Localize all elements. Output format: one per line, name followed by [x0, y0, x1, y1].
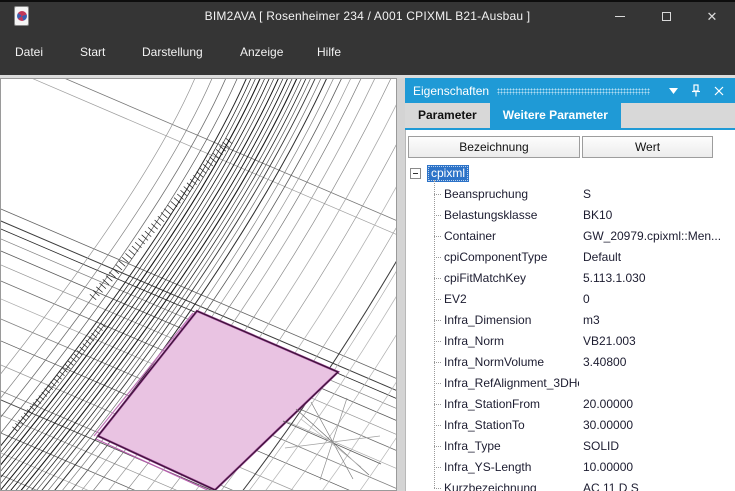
application-window: BIM2AVA [ Rosenheimer 234 / A001 CPIXML … [0, 0, 735, 491]
close-icon: ✕ [707, 10, 718, 23]
property-name: Infra_YS-Length [444, 457, 579, 478]
collapse-icon [413, 173, 418, 174]
window-controls: ✕ [597, 2, 735, 30]
property-name: Kurzbezeichnung [444, 478, 579, 491]
table-row[interactable]: EV20 [406, 289, 735, 310]
property-value: 3.40800 [583, 352, 734, 373]
menu-datei[interactable]: Datei [15, 30, 43, 75]
table-row[interactable]: Infra_StationFrom20.00000 [406, 394, 735, 415]
property-grid: Bezeichnung Wert cpixml BeanspruchungS B… [405, 130, 735, 491]
property-name: Infra_StationFrom [444, 394, 579, 415]
property-name: Infra_RefAlignment_3DHoriz [444, 373, 579, 394]
property-value: SOLID [583, 436, 734, 457]
property-name: Infra_Type [444, 436, 579, 457]
maximize-button[interactable] [643, 2, 689, 30]
property-value: 0 [583, 289, 734, 310]
column-header-bezeichnung[interactable]: Bezeichnung [408, 136, 580, 158]
property-name: Container [444, 226, 579, 247]
menu-darstellung[interactable]: Darstellung [142, 30, 203, 75]
table-row[interactable]: Infra_NormVB21.003 [406, 331, 735, 352]
close-icon[interactable] [709, 83, 729, 99]
table-row[interactable]: BelastungsklasseBK10 [406, 205, 735, 226]
panel-header: Eigenschaften [405, 78, 735, 103]
property-value: Default [583, 247, 734, 268]
minimize-icon [615, 16, 625, 17]
menu-start[interactable]: Start [80, 30, 105, 75]
property-rows: BeanspruchungS BelastungsklasseBK10 Cont… [406, 184, 735, 491]
table-row[interactable]: Infra_YS-Length10.00000 [406, 457, 735, 478]
maximize-icon [662, 12, 671, 21]
property-value: AC 11 D S [583, 478, 734, 491]
properties-panel: Eigenschaften Parameter Weitere Paramete… [405, 78, 735, 491]
property-value: 30.00000 [583, 415, 734, 436]
viewport-canvas[interactable] [1, 79, 396, 490]
tree-root-row[interactable]: cpixml [406, 163, 735, 184]
table-row[interactable]: Infra_StationTo30.00000 [406, 415, 735, 436]
property-value: 10.00000 [583, 457, 734, 478]
chevron-down-icon[interactable] [663, 83, 683, 99]
panel-title: Eigenschaften [413, 84, 489, 98]
viewport-3d[interactable] [0, 78, 397, 491]
property-value: VB21.003 [583, 331, 734, 352]
table-row[interactable]: BeanspruchungS [406, 184, 735, 205]
minimize-button[interactable] [597, 2, 643, 30]
property-name: cpiFitMatchKey [444, 268, 579, 289]
property-name: Infra_Dimension [444, 310, 579, 331]
table-row[interactable]: Infra_Dimensionm3 [406, 310, 735, 331]
pin-icon[interactable] [686, 83, 706, 99]
property-value: GW_20979.cpixml::Men... [583, 226, 734, 247]
table-row[interactable]: ContainerGW_20979.cpixml::Men... [406, 226, 735, 247]
close-button[interactable]: ✕ [689, 2, 735, 30]
table-row[interactable]: Infra_NormVolume3.40800 [406, 352, 735, 373]
tab-bar: Parameter Weitere Parameter [405, 103, 735, 130]
property-value: S [583, 184, 734, 205]
property-name: EV2 [444, 289, 579, 310]
table-row[interactable]: cpiComponentTypeDefault [406, 247, 735, 268]
tab-parameter[interactable]: Parameter [405, 103, 490, 128]
tree-expander[interactable] [410, 168, 421, 179]
menu-bar: Datei Start Darstellung Anzeige Hilfe [0, 30, 735, 75]
property-name: Infra_NormVolume [444, 352, 579, 373]
table-row[interactable]: cpiFitMatchKey5.113.1.030 [406, 268, 735, 289]
property-value: m3 [583, 310, 734, 331]
property-name: Beanspruchung [444, 184, 579, 205]
property-value: BK10 [583, 205, 734, 226]
property-value: 5.113.1.030 [583, 268, 734, 289]
property-value: 20.00000 [583, 394, 734, 415]
table-row[interactable]: Infra_TypeSOLID [406, 436, 735, 457]
table-row[interactable]: Kurzbezeichnung AC 11 D S [406, 478, 735, 491]
property-name: Belastungsklasse [444, 205, 579, 226]
title-bar: BIM2AVA [ Rosenheimer 234 / A001 CPIXML … [0, 2, 735, 30]
property-name: Infra_StationTo [444, 415, 579, 436]
property-name: cpiComponentType [444, 247, 579, 268]
panel-splitter[interactable] [397, 78, 405, 491]
property-name: Infra_Norm [444, 331, 579, 352]
tab-weitere-parameter[interactable]: Weitere Parameter [490, 103, 621, 128]
drag-texture[interactable] [497, 88, 650, 95]
table-row[interactable]: Infra_RefAlignment_3DHoriz [406, 373, 735, 394]
column-header-wert[interactable]: Wert [582, 136, 713, 158]
menu-hilfe[interactable]: Hilfe [317, 30, 341, 75]
menu-anzeige[interactable]: Anzeige [240, 30, 283, 75]
